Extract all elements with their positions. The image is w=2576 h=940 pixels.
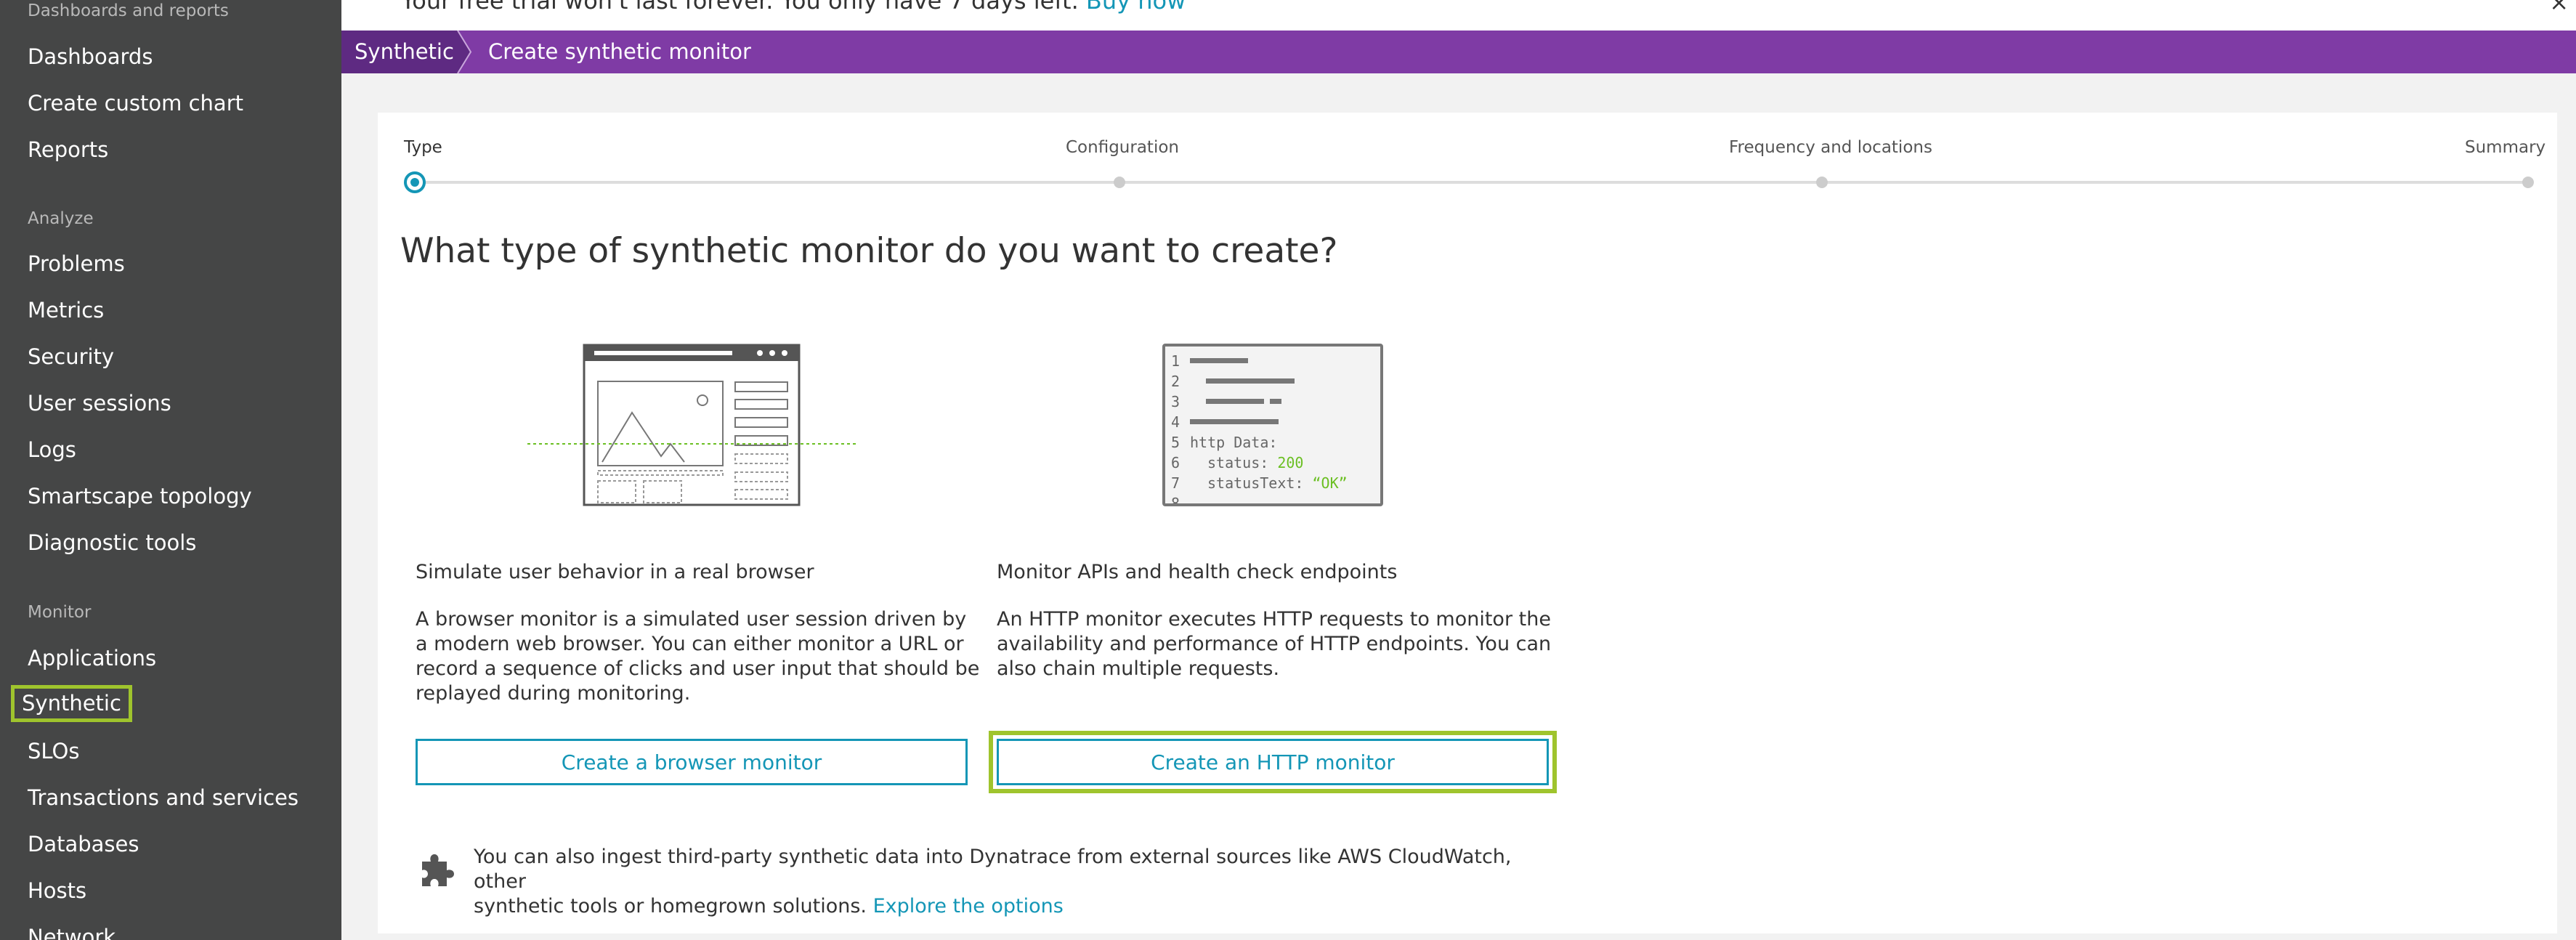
code-line-number: 1	[1171, 352, 1180, 370]
sidebar-item-dashboards[interactable]: Dashboards	[28, 46, 153, 68]
sidebar-item-applications[interactable]: Applications	[28, 648, 156, 669]
step-label-summary: Summary	[2465, 138, 2546, 157]
step-dot-summary	[2522, 177, 2534, 188]
code-bar	[1270, 399, 1281, 404]
code-status-text-value: “OK”	[1312, 474, 1348, 492]
browser-option-description: A browser monitor is a simulated user se…	[416, 607, 979, 706]
browser-desc-line: record a sequence of clicks and user inp…	[416, 657, 980, 680]
code-line-number: 6	[1171, 454, 1180, 471]
http-option-description: An HTTP monitor executes HTTP requests t…	[997, 607, 1551, 681]
sidebar: Dashboards and reports Dashboards Create…	[0, 0, 341, 940]
sidebar-item-user-sessions[interactable]: User sessions	[28, 393, 171, 414]
create-http-monitor-button[interactable]: Create an HTTP monitor	[997, 739, 1549, 785]
sidebar-item-reports[interactable]: Reports	[28, 139, 108, 161]
info-text-line1: You can also ingest third-party syntheti…	[474, 846, 1512, 893]
sidebar-item-logs[interactable]: Logs	[28, 439, 76, 461]
step-label-frequency: Frequency and locations	[1729, 138, 1932, 157]
http-option-title: Monitor APIs and health check endpoints	[997, 561, 1398, 583]
stepper-track	[414, 181, 2528, 184]
sidebar-item-slos[interactable]: SLOs	[28, 741, 79, 762]
step-label-configuration: Configuration	[1066, 138, 1179, 157]
code-line-number: 4	[1171, 413, 1180, 431]
step-dot-type[interactable]	[404, 171, 426, 193]
puzzle-icon	[422, 854, 454, 886]
code-bar	[1190, 358, 1248, 363]
code-line-number: 2	[1171, 373, 1180, 390]
breadcrumb: Synthetic Create synthetic monitor	[341, 31, 2576, 73]
http-desc-line: An HTTP monitor executes HTTP requests t…	[997, 608, 1551, 631]
third-party-info: You can also ingest third-party syntheti…	[474, 845, 1534, 919]
step-dot-configuration	[1114, 177, 1125, 188]
trial-banner: Your free trial won't last forever. You …	[341, 0, 2576, 31]
info-text-line2: synthetic tools or homegrown solutions.	[474, 895, 867, 917]
browser-desc-line: a modern web browser. You can either mon…	[416, 633, 964, 655]
sidebar-item-diagnostic-tools[interactable]: Diagnostic tools	[28, 532, 196, 554]
sidebar-item-create-custom-chart[interactable]: Create custom chart	[28, 93, 243, 114]
code-line-number: 8	[1171, 495, 1180, 506]
buy-now-link[interactable]: Buy now	[1086, 0, 1186, 15]
http-code-illustration-icon: 1 2 3 4 5 6 7 8 http Data: status: 200 s…	[1162, 344, 1383, 506]
create-browser-monitor-button[interactable]: Create a browser monitor	[416, 739, 968, 785]
browser-option-title: Simulate user behavior in a real browser	[416, 561, 814, 583]
section-label-analyze: Analyze	[28, 209, 94, 228]
browser-desc-line: replayed during monitoring.	[416, 682, 691, 705]
close-icon[interactable]: ×	[2549, 0, 2569, 16]
code-status-key: status:	[1207, 454, 1269, 471]
step-label-type: Type	[404, 138, 442, 157]
section-label-dashboards: Dashboards and reports	[28, 1, 229, 20]
http-desc-line: also chain multiple requests.	[997, 657, 1280, 680]
sidebar-item-smartscape-topology[interactable]: Smartscape topology	[28, 486, 252, 507]
sidebar-item-synthetic[interactable]: Synthetic	[11, 685, 132, 722]
browser-desc-line: A browser monitor is a simulated user se…	[416, 608, 967, 631]
sidebar-item-security[interactable]: Security	[28, 347, 114, 368]
sidebar-item-metrics[interactable]: Metrics	[28, 300, 104, 321]
code-bar	[1190, 419, 1279, 424]
page-title: What type of synthetic monitor do you wa…	[400, 231, 1338, 271]
section-label-monitor: Monitor	[28, 603, 92, 622]
code-status-value: 200	[1277, 454, 1304, 471]
sidebar-item-problems[interactable]: Problems	[28, 254, 125, 275]
browser-illustration-icon	[527, 344, 857, 506]
sidebar-item-databases[interactable]: Databases	[28, 834, 139, 855]
sidebar-item-network[interactable]: Network	[28, 927, 116, 940]
sidebar-item-transactions-and-services[interactable]: Transactions and services	[28, 787, 299, 809]
trial-banner-text: Your free trial won't last forever. You …	[401, 0, 1079, 15]
code-http-label: http Data:	[1190, 434, 1278, 451]
sidebar-item-hosts[interactable]: Hosts	[28, 880, 86, 901]
code-line-number: 3	[1171, 393, 1180, 410]
breadcrumb-create-synthetic-monitor: Create synthetic monitor	[488, 39, 751, 64]
http-desc-line: availability and performance of HTTP end…	[997, 633, 1552, 655]
breadcrumb-synthetic[interactable]: Synthetic	[341, 31, 458, 73]
code-bar	[1206, 399, 1264, 404]
code-status-text-key: statusText:	[1207, 474, 1304, 492]
explore-options-link[interactable]: Explore the options	[873, 895, 1064, 917]
code-line-number: 5	[1171, 434, 1180, 451]
code-bar	[1206, 378, 1295, 384]
step-dot-frequency	[1816, 177, 1828, 188]
breadcrumb-separator-icon	[455, 31, 472, 73]
code-line-number: 7	[1171, 474, 1180, 492]
